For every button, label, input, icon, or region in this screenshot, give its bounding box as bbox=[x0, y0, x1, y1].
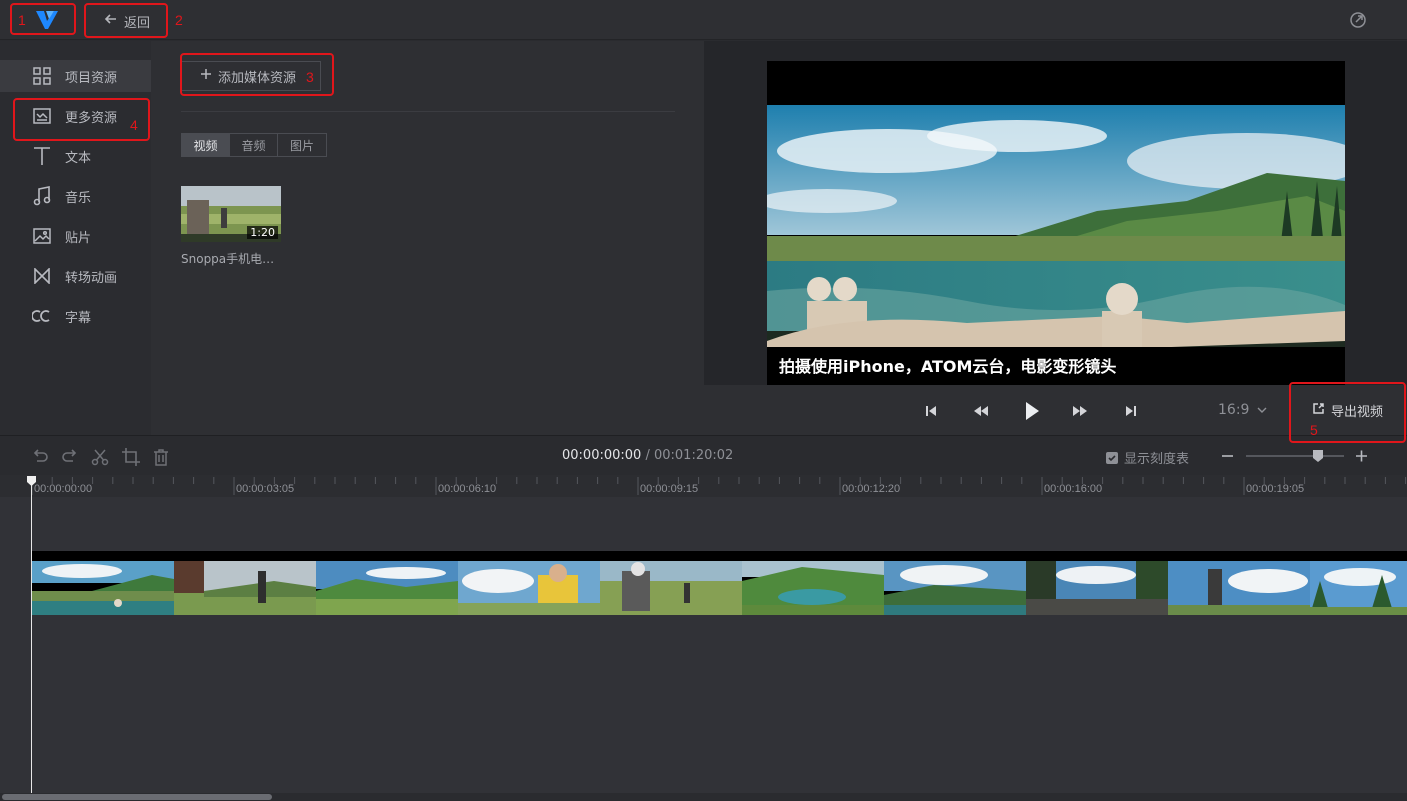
play-icon[interactable] bbox=[1020, 399, 1044, 423]
clip-frame bbox=[884, 561, 1026, 615]
clip-frame bbox=[1168, 561, 1310, 615]
media-panel: 添加媒体资源 视频 音频 图片 1:20 Snoppa手机电… bbox=[151, 41, 704, 435]
annotation-box-2 bbox=[84, 3, 168, 38]
sidebar-item-label: 转场动画 bbox=[65, 270, 118, 286]
preview-panel: 拍摄使用iPhone，ATOM云台，电影变形镜头 16:9 导出视频 bbox=[704, 41, 1407, 435]
clip-frame bbox=[742, 561, 884, 615]
top-bar: 返回 bbox=[0, 0, 1407, 40]
share-icon[interactable] bbox=[1348, 10, 1368, 30]
image-icon bbox=[31, 225, 53, 247]
timeline-ruler[interactable]: 00:00:00:00 00:00:03:05 00:00:06:10 00:0… bbox=[0, 475, 1407, 497]
scrollbar-thumb[interactable] bbox=[2, 794, 272, 800]
annotation-number: 5 bbox=[1310, 422, 1318, 438]
annotation-box-5 bbox=[1289, 382, 1406, 443]
rewind-icon[interactable] bbox=[971, 401, 991, 421]
grid-icon bbox=[31, 65, 53, 87]
horizontal-scrollbar[interactable] bbox=[0, 793, 1407, 801]
timeline-tracks bbox=[0, 497, 1407, 793]
scissors-icon[interactable] bbox=[90, 447, 110, 467]
timeline-toolbar: 00:00:00:00 / 00:01:20:02 显示刻度表 bbox=[0, 435, 1407, 475]
ruler-label: 00:00:09:15 bbox=[640, 483, 699, 495]
music-note-icon bbox=[31, 185, 53, 207]
media-type-tabs: 视频 音频 图片 bbox=[181, 133, 327, 157]
crop-icon[interactable] bbox=[121, 447, 141, 467]
sidebar-item-label: 贴片 bbox=[65, 230, 92, 246]
tab-image[interactable]: 图片 bbox=[278, 134, 326, 156]
clip-duration: 1:20 bbox=[247, 226, 278, 239]
fast-forward-icon[interactable] bbox=[1070, 401, 1090, 421]
sidebar-item-captions[interactable]: 字幕 bbox=[0, 300, 151, 332]
current-time: 00:00:00:00 bbox=[562, 448, 642, 463]
sidebar-item-transitions[interactable]: 转场动画 bbox=[0, 260, 151, 292]
sidebar-item-label: 字幕 bbox=[65, 310, 92, 326]
ruler-label: 00:00:19:05 bbox=[1246, 483, 1305, 495]
tab-audio[interactable]: 音频 bbox=[230, 134, 278, 156]
clip-frame bbox=[32, 561, 174, 615]
ruler-label: 00:00:12:20 bbox=[842, 483, 901, 495]
redo-icon[interactable] bbox=[60, 447, 80, 467]
ruler-label: 00:00:16:00 bbox=[1044, 483, 1103, 495]
clip-frame bbox=[1026, 561, 1168, 615]
clip-frame bbox=[1310, 561, 1407, 615]
aspect-ratio-select[interactable]: 16:9 bbox=[1218, 402, 1267, 418]
skip-to-end-icon[interactable] bbox=[1121, 401, 1141, 421]
ruler-label: 00:00:00:00 bbox=[34, 483, 93, 495]
show-scale-toggle[interactable]: 显示刻度表 bbox=[1106, 448, 1189, 467]
annotation-number: 2 bbox=[175, 12, 183, 28]
sidebar-item-music[interactable]: 音乐 bbox=[0, 180, 151, 212]
time-separator: / bbox=[645, 448, 650, 463]
sidebar-item-text[interactable]: 文本 bbox=[0, 140, 151, 172]
clip-frame bbox=[458, 561, 600, 615]
video-preview[interactable]: 拍摄使用iPhone，ATOM云台，电影变形镜头 bbox=[767, 61, 1345, 385]
aspect-ratio-value: 16:9 bbox=[1218, 402, 1250, 418]
annotation-number: 1 bbox=[18, 12, 26, 28]
chevron-down-icon bbox=[1257, 402, 1267, 418]
ruler-label: 00:00:03:05 bbox=[236, 483, 295, 495]
transition-icon bbox=[31, 265, 53, 287]
sidebar-item-project-resources[interactable]: 项目资源 bbox=[0, 60, 151, 92]
show-scale-label: 显示刻度表 bbox=[1124, 452, 1190, 467]
video-subtitle: 拍摄使用iPhone，ATOM云台，电影变形镜头 bbox=[779, 357, 1117, 376]
total-time: 00:01:20:02 bbox=[653, 448, 734, 463]
video-clip-track[interactable] bbox=[32, 551, 1407, 615]
undo-icon[interactable] bbox=[30, 447, 50, 467]
sidebar-item-stickers[interactable]: 贴片 bbox=[0, 220, 151, 252]
skip-to-start-icon[interactable] bbox=[921, 401, 941, 421]
zoom-slider[interactable] bbox=[1220, 446, 1370, 466]
clip-name: Snoppa手机电… bbox=[181, 252, 275, 266]
timecode: 00:00:00:00 / 00:01:20:02 bbox=[562, 448, 733, 463]
trash-icon[interactable] bbox=[151, 447, 171, 467]
clip-frame bbox=[316, 561, 458, 615]
sidebar-item-label: 文本 bbox=[65, 150, 92, 166]
checkbox-icon[interactable] bbox=[1106, 451, 1118, 464]
cc-icon bbox=[31, 305, 53, 327]
text-icon bbox=[31, 145, 53, 167]
annotation-number: 4 bbox=[130, 117, 138, 133]
tab-video[interactable]: 视频 bbox=[182, 134, 230, 156]
playhead[interactable] bbox=[31, 476, 32, 801]
clip-frame bbox=[174, 561, 316, 615]
media-clip-thumbnail[interactable]: 1:20 bbox=[181, 186, 281, 242]
annotation-number: 3 bbox=[306, 69, 314, 85]
sidebar-item-label: 项目资源 bbox=[65, 70, 118, 86]
divider bbox=[181, 111, 675, 112]
playhead-handle-icon[interactable] bbox=[27, 476, 36, 486]
sidebar-item-label: 音乐 bbox=[65, 190, 92, 206]
ruler-label: 00:00:06:10 bbox=[438, 483, 497, 495]
clip-frame bbox=[600, 561, 742, 615]
